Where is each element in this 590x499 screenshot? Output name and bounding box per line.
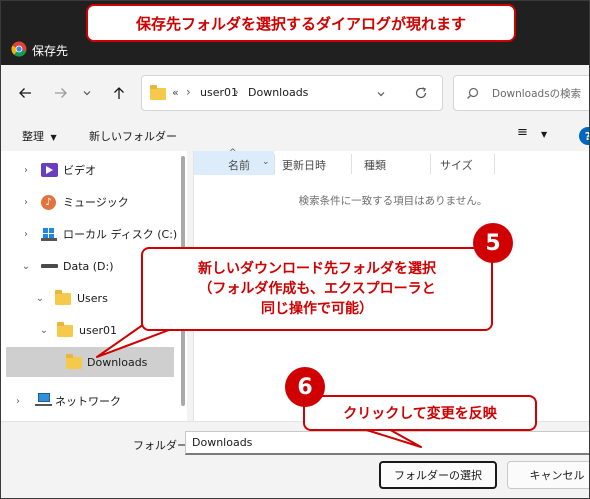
tree-item-videos[interactable]: › ビデオ <box>1 156 187 184</box>
breadcrumb-overflow[interactable]: « <box>172 86 179 99</box>
select-folder-button[interactable]: フォルダーの選択 <box>379 461 497 489</box>
video-icon <box>41 163 58 177</box>
chevron-down-icon[interactable]: ⌄ <box>21 260 31 272</box>
tree-item-music[interactable]: › ♪ ミュージック <box>1 188 187 216</box>
column-size[interactable]: サイズ <box>440 157 473 173</box>
tree-item-downloads[interactable]: Downloads <box>6 347 174 377</box>
step5-line: 新しいダウンロード先フォルダを選択 <box>198 261 436 277</box>
arrow-up-icon <box>114 87 124 99</box>
folder-label: フォルダー: <box>133 439 192 452</box>
tree-label: Users <box>77 291 108 305</box>
tree-item-network[interactable]: › ネットワーク <box>1 387 187 415</box>
tree-label: Data (D:) <box>63 259 114 273</box>
step5-badge: 5 <box>473 223 513 263</box>
folder-icon <box>57 322 73 337</box>
help-icon[interactable]: ? <box>579 127 589 145</box>
drive-icon <box>41 264 58 268</box>
caret-down-icon: ▼ <box>50 133 57 142</box>
breadcrumb-separator: › <box>234 85 239 99</box>
column-name-label: 名前 <box>228 159 250 172</box>
breadcrumb-downloads[interactable]: Downloads <box>248 86 308 99</box>
folder-field[interactable]: Downloads <box>185 431 589 455</box>
column-separator[interactable] <box>351 154 352 174</box>
breadcrumb-separator: › <box>186 85 191 99</box>
command-bar: 整理 ▼ 新しいフォルダー ≡ ▼ ? <box>1 121 589 151</box>
forward-button[interactable] <box>47 79 75 107</box>
search-placeholder: Downloadsの検索 <box>492 88 582 100</box>
step5-callout: 新しいダウンロード先フォルダを選択 （フォルダ作成も、エクスプローラと 同じ操作… <box>141 247 493 331</box>
caret-down-icon[interactable]: ▼ <box>541 130 547 139</box>
refresh-icon[interactable] <box>414 86 428 100</box>
chevron-right-icon[interactable]: › <box>21 228 31 240</box>
step5-line: （フォルダ作成も、エクスプローラと <box>198 281 436 297</box>
column-type[interactable]: 種類 <box>364 157 386 173</box>
folder-icon <box>66 354 82 369</box>
column-separator[interactable] <box>430 154 431 174</box>
music-icon: ♪ <box>41 195 56 210</box>
chevron-down-icon[interactable]: ⌄ <box>39 324 49 336</box>
chevron-down-icon[interactable]: ⌄ <box>35 292 45 304</box>
top-callout: 保存先フォルダを選択するダイアログが現れます <box>86 4 516 42</box>
back-button[interactable] <box>11 79 39 107</box>
tree-label: ミュージック <box>63 196 129 209</box>
chrome-icon <box>11 41 27 57</box>
step5-line: 同じ操作で可能） <box>261 301 373 317</box>
search-icon <box>467 87 479 99</box>
tree-item-local-disk[interactable]: › ローカル ディスク (C:) <box>1 220 187 248</box>
column-header-row: ^ 名前 ⌄ 更新日時 種類 サイズ <box>194 148 589 175</box>
search-field[interactable]: Downloadsの検索 <box>453 75 589 111</box>
tree-label: ビデオ <box>63 164 96 177</box>
column-separator[interactable] <box>274 154 275 174</box>
column-separator[interactable] <box>494 154 495 174</box>
tree-label: ローカル ディスク (C:) <box>63 228 178 241</box>
windows-drive-icon <box>41 228 57 241</box>
recent-locations-button[interactable] <box>77 79 97 107</box>
network-icon <box>35 393 52 408</box>
address-bar[interactable]: « › user01 › Downloads <box>141 75 443 111</box>
save-location-dialog: 保存先 « › user01 › Downloads Downloadsの検索 … <box>0 0 590 499</box>
chevron-down-icon[interactable]: ⌄ <box>262 157 270 167</box>
column-modified[interactable]: 更新日時 <box>282 157 326 173</box>
chevron-down-icon <box>83 91 91 96</box>
step6-callout: クリックして変更を反映 <box>303 395 537 431</box>
breadcrumb-user01[interactable]: user01 <box>200 86 238 99</box>
chevron-down-icon[interactable] <box>376 89 386 99</box>
up-button[interactable] <box>105 79 133 107</box>
chevron-right-icon[interactable]: › <box>13 395 23 407</box>
chevron-right-icon[interactable]: › <box>21 164 31 176</box>
organize-label: 整理 <box>22 130 44 143</box>
tree-label: user01 <box>79 323 117 337</box>
view-options-icon[interactable]: ≡ <box>517 125 528 140</box>
empty-message: 検索条件に一致する項目はありません。 <box>298 195 488 207</box>
folder-icon <box>55 290 71 305</box>
arrow-right-icon <box>55 88 67 98</box>
chevron-right-icon[interactable]: › <box>21 196 31 208</box>
tree-label: ネットワーク <box>55 395 121 408</box>
organize-button[interactable]: 整理 ▼ <box>22 128 57 144</box>
cancel-button[interactable]: キャンセル <box>507 461 589 489</box>
arrow-left-icon <box>19 88 31 98</box>
step6-badge: 6 <box>285 367 325 407</box>
folder-icon <box>150 85 166 100</box>
window-title: 保存先 <box>32 44 69 58</box>
new-folder-button[interactable]: 新しいフォルダー <box>89 128 177 144</box>
dialog-footer: フォルダー: Downloads フォルダーの選択 キャンセル <box>1 421 589 498</box>
tree-label: Downloads <box>87 355 148 369</box>
